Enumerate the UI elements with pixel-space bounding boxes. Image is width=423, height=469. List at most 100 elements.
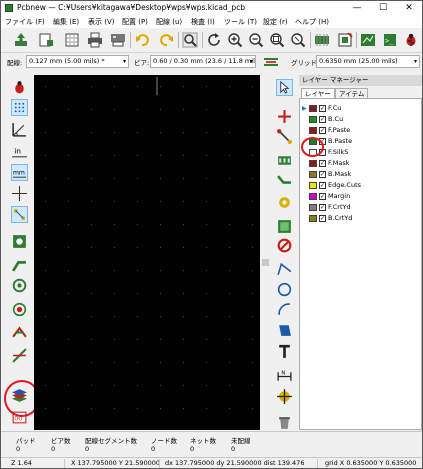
layer-visibility-checkbox[interactable]: ✓ <box>319 215 326 222</box>
route-track-icon[interactable] <box>276 173 293 190</box>
delete-tool-icon[interactable] <box>276 414 293 431</box>
show-grid-icon[interactable] <box>11 99 28 116</box>
scripting-icon[interactable]: >_ <box>382 32 398 48</box>
add-dimension-icon[interactable]: N <box>276 368 293 385</box>
layer-row-b-crtyd[interactable]: ✓ B.CrtYd <box>300 214 418 224</box>
add-line-icon[interactable] <box>276 261 293 278</box>
drc-bug-icon[interactable] <box>403 32 419 48</box>
track-width-value: 0.127 mm (5.00 mils) * <box>29 57 105 65</box>
layer-visibility-checkbox[interactable]: ✓ <box>319 116 326 123</box>
select-arrow-icon[interactable] <box>276 79 293 96</box>
menu-place[interactable]: 配置 (P) <box>122 17 148 27</box>
menu-tools[interactable]: ツール (T) <box>224 17 257 27</box>
menu-help[interactable]: ヘルプ (H) <box>295 17 329 27</box>
layer-row-b-cu[interactable]: ✓ B.Cu <box>300 115 418 125</box>
zoom-selection-icon[interactable] <box>290 32 306 48</box>
footprint-editor-icon[interactable] <box>337 32 353 48</box>
layer-visibility-checkbox[interactable]: ✓ <box>319 160 326 167</box>
layer-row-f-paste[interactable]: ✓ F.Paste <box>300 126 418 136</box>
keepout-area-icon[interactable] <box>276 237 293 254</box>
layer-color-swatch[interactable] <box>309 182 317 189</box>
layer-row-margin[interactable]: ✓ Margin <box>300 192 418 202</box>
layer-color-swatch[interactable] <box>309 215 317 222</box>
zoom-out-icon[interactable] <box>248 32 264 48</box>
microwave-icon[interactable] <box>11 347 28 364</box>
add-footprint-icon[interactable] <box>276 152 293 169</box>
nodes-label: ノード数 <box>151 437 177 445</box>
add-text-icon[interactable] <box>276 343 293 360</box>
layer-color-swatch[interactable] <box>309 171 317 178</box>
layer-row-b-mask[interactable]: ✓ B.Mask <box>300 170 418 180</box>
menu-file[interactable]: ファイル (F) <box>5 17 45 27</box>
close-button[interactable]: ✕ <box>396 1 422 16</box>
menu-route[interactable]: 配線 (u) <box>156 17 182 27</box>
minimize-button[interactable]: — <box>344 1 370 16</box>
layer-name: Margin <box>328 192 351 200</box>
svg-text:mm: mm <box>13 169 25 176</box>
add-polygon-icon[interactable] <box>276 322 293 339</box>
via-outline-icon[interactable] <box>11 277 28 294</box>
update-pcb-icon[interactable] <box>360 32 376 48</box>
via-size-label: ビア: <box>134 59 150 67</box>
canvas-vertical-scrollbar[interactable] <box>261 75 270 430</box>
polar-coords-icon[interactable] <box>11 121 28 138</box>
grid-settings-icon[interactable] <box>64 32 80 48</box>
zoom-in-icon[interactable] <box>227 32 243 48</box>
menu-edit[interactable]: 編集 (E) <box>53 17 79 27</box>
layer-color-swatch[interactable] <box>309 105 317 112</box>
auto-track-width-icon[interactable] <box>263 54 279 70</box>
layer-visibility-checkbox[interactable]: ✓ <box>319 193 326 200</box>
board-setup-icon[interactable] <box>13 32 29 48</box>
highlight-net-icon[interactable] <box>276 108 293 125</box>
find-icon[interactable] <box>182 32 198 48</box>
layer-row-f-mask[interactable]: ✓ F.Mask <box>300 159 418 169</box>
cursor-shape-icon[interactable] <box>11 185 28 202</box>
layer-color-swatch[interactable] <box>309 160 317 167</box>
grid-select[interactable]: 0.6350 mm (25.00 mils) ▾ <box>316 55 420 68</box>
local-ratsnest-icon[interactable] <box>276 128 293 145</box>
show-pads-icon[interactable] <box>11 233 28 250</box>
add-via-icon[interactable] <box>276 194 293 211</box>
svg-text:in: in <box>14 147 21 156</box>
add-circle-icon[interactable] <box>276 281 293 298</box>
layer-row-f-cu[interactable]: ▶ ✓ F.Cu <box>300 104 418 114</box>
via-size-select[interactable]: 0.60 / 0.30 mm (23.6 / 11.8 mils) * ▾ <box>150 55 256 68</box>
add-arc-icon[interactable] <box>276 301 293 318</box>
layer-row-edge-cuts[interactable]: ✓ Edge.Cuts <box>300 181 418 191</box>
print-icon[interactable] <box>87 32 103 48</box>
layer-visibility-checkbox[interactable]: ✓ <box>319 182 326 189</box>
layer-alignment-target-icon[interactable] <box>276 388 293 405</box>
net-highlight-icon[interactable] <box>11 324 28 341</box>
menu-preferences[interactable]: 設定 (r) <box>263 17 288 27</box>
drc-toggle-icon[interactable] <box>11 79 28 96</box>
add-zone-icon[interactable] <box>276 218 293 235</box>
track-segments-label: 配線セグメント数 <box>85 437 137 445</box>
netlist-icon[interactable] <box>314 32 330 48</box>
mm-units-icon[interactable]: mm <box>11 164 28 181</box>
layer-row-f-crtyd[interactable]: ✓ F.CrtYd <box>300 203 418 213</box>
menu-inspect[interactable]: 検査 (I) <box>191 17 215 27</box>
menu-view[interactable]: 表示 (V) <box>88 17 114 27</box>
zone-outline-icon[interactable] <box>11 301 28 318</box>
layer-visibility-checkbox[interactable]: ✓ <box>319 105 326 112</box>
pcb-canvas[interactable] <box>34 75 260 430</box>
maximize-button[interactable]: ☐ <box>370 1 396 16</box>
redo-icon[interactable] <box>158 32 174 48</box>
layer-color-swatch[interactable] <box>309 204 317 211</box>
plot-icon[interactable] <box>110 32 126 48</box>
layer-visibility-checkbox[interactable]: ✓ <box>319 204 326 211</box>
track-width-select[interactable]: 0.127 mm (5.00 mils) * ▾ <box>26 55 129 68</box>
page-settings-icon[interactable] <box>38 32 54 48</box>
refresh-icon[interactable] <box>206 32 222 48</box>
ratsnest-icon[interactable] <box>11 206 28 223</box>
zoom-fit-icon[interactable] <box>269 32 285 48</box>
track-outline-icon[interactable] <box>11 256 28 273</box>
layer-visibility-checkbox[interactable]: ✓ <box>319 171 326 178</box>
layer-visibility-checkbox[interactable]: ✓ <box>319 127 326 134</box>
layer-color-swatch[interactable] <box>309 127 317 134</box>
scrollbar-thumb[interactable] <box>262 259 269 266</box>
undo-icon[interactable] <box>135 32 151 48</box>
layer-color-swatch[interactable] <box>309 116 317 123</box>
layer-color-swatch[interactable] <box>309 193 317 200</box>
inch-units-icon[interactable]: in <box>11 143 28 160</box>
